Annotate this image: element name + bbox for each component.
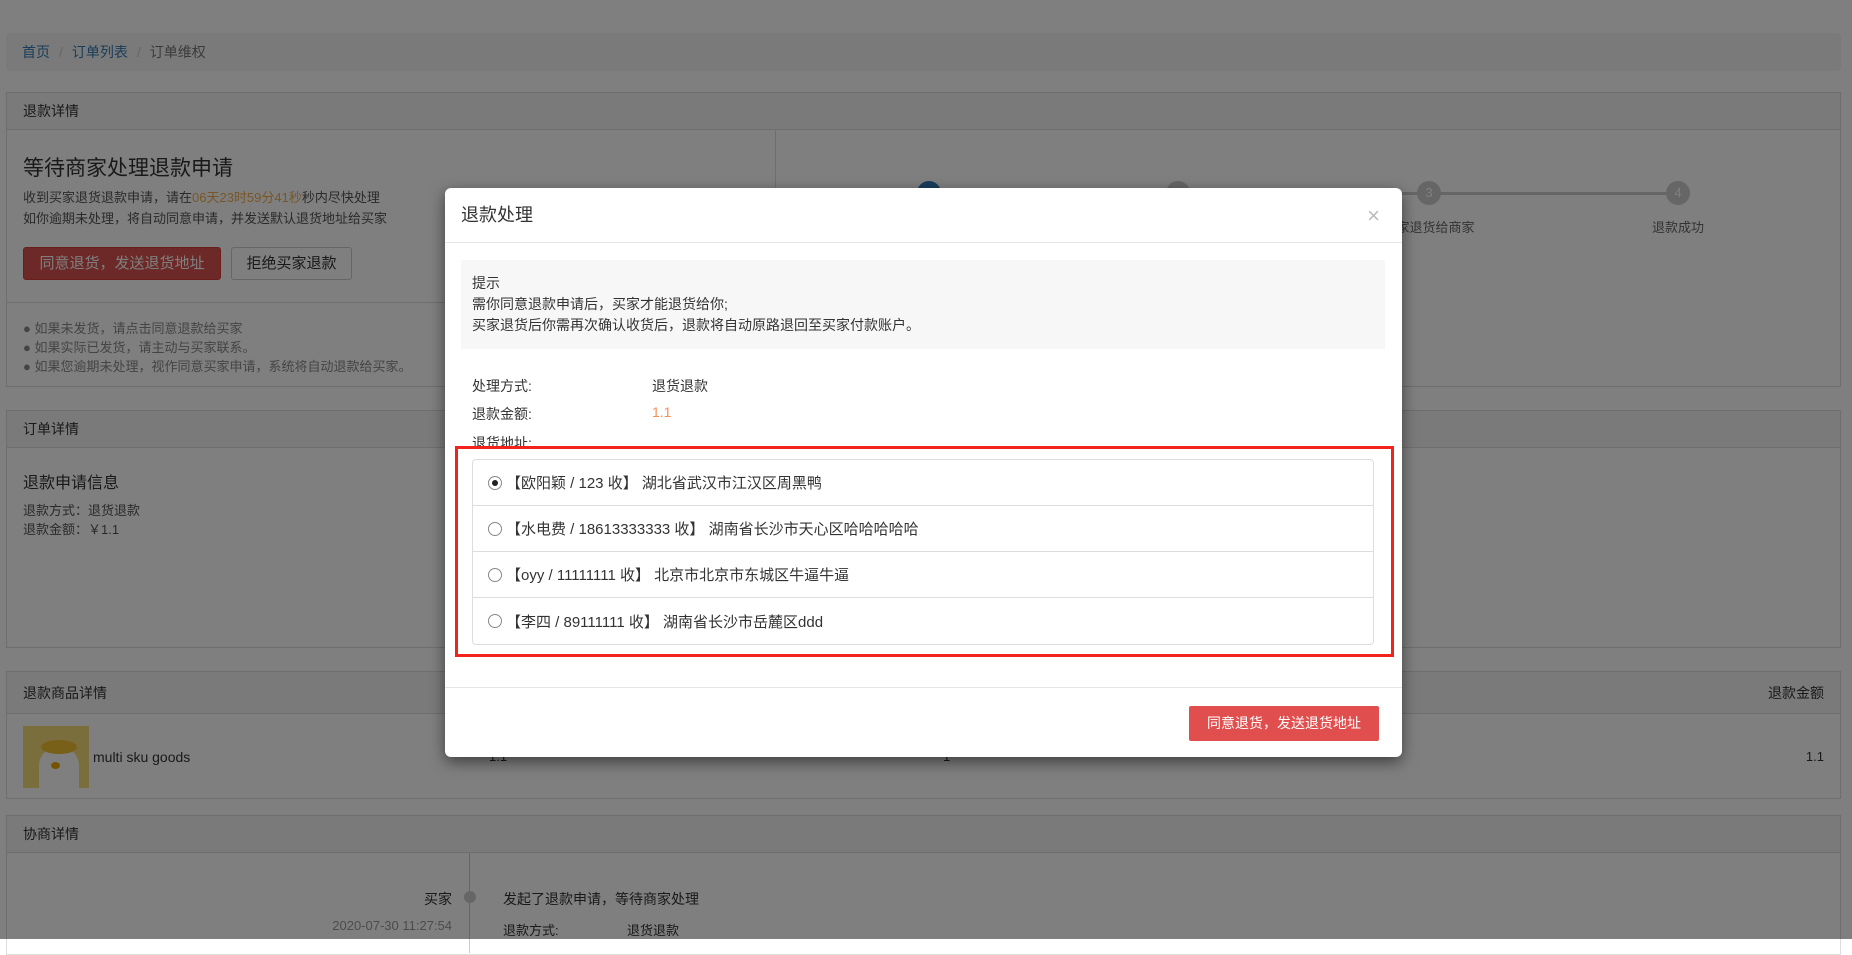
- address-option[interactable]: 【欧阳颖 / 123 收】 湖北省武汉市江汉区周黑鸭: [473, 460, 1373, 506]
- method-row: 处理方式: 退货退款: [472, 378, 708, 394]
- submit-agree-button[interactable]: 同意退货，发送退货地址: [1189, 706, 1379, 741]
- tip-line: 需你同意退款申请后，买家才能退货给你;: [472, 296, 728, 312]
- modal-header: 退款处理 ×: [445, 188, 1402, 243]
- amount-row: 退款金额: 1.1: [472, 404, 672, 422]
- radio-icon[interactable]: [488, 567, 502, 582]
- address-list: 【欧阳颖 / 123 收】 湖北省武汉市江汉区周黑鸭 【水电费 / 186133…: [472, 459, 1374, 645]
- tip-title: 提示: [472, 275, 500, 291]
- radio-icon[interactable]: [488, 521, 502, 536]
- radio-icon[interactable]: [488, 614, 502, 628]
- address-option[interactable]: 【oyy / 11111111 收】 北京市北京市东城区牛逼牛逼: [473, 552, 1373, 598]
- tip-line: 买家退货后你需再次确认收货后，退款将自动原路退回至买家付款账户。: [472, 317, 920, 333]
- tip-box: 提示 需你同意退款申请后，买家才能退货给你; 买家退货后你需再次确认收货后，退款…: [461, 260, 1385, 349]
- refund-process-modal: 退款处理 × 提示 需你同意退款申请后，买家才能退货给你; 买家退货后你需再次确…: [445, 188, 1402, 757]
- modal-title: 退款处理: [461, 205, 533, 225]
- modal-footer: 同意退货，发送退货地址: [445, 687, 1402, 757]
- radio-selected-icon[interactable]: [488, 475, 502, 490]
- amount-value: 1.1: [652, 404, 672, 420]
- close-icon[interactable]: ×: [1367, 188, 1380, 243]
- address-option[interactable]: 【李四 / 89111111 收】 湖南省长沙市岳麓区ddd: [473, 598, 1373, 644]
- address-option[interactable]: 【水电费 / 18613333333 收】 湖南省长沙市天心区哈哈哈哈哈: [473, 506, 1373, 552]
- method-value: 退货退款: [652, 378, 708, 394]
